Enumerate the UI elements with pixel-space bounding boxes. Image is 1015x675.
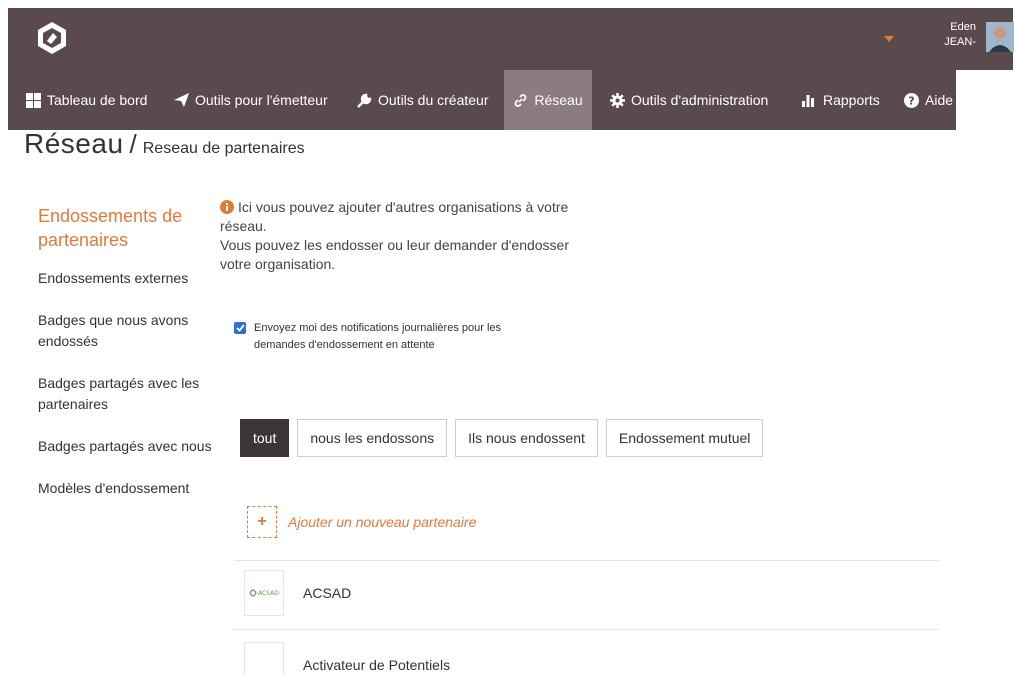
info-line-2: Vous pouvez les endosser ou leur demande… — [220, 237, 570, 272]
sidebar-item-badges-endosses[interactable]: Badges que nous avons endossés — [38, 310, 218, 352]
sidebar-item-modeles-endossement[interactable]: Modèles d'endossement — [38, 478, 218, 499]
partner-row-activateur[interactable]: Activateur de Potentiels — [244, 638, 934, 675]
sidebar-item-badges-partages-partenaires[interactable]: Badges partagés avec les partenaires — [38, 373, 218, 415]
add-partner-label: Ajouter un nouveau partenaire — [288, 514, 477, 530]
breadcrumb-current: Reseau de partenaires — [142, 140, 305, 157]
nav-label: Outils d'administration — [631, 92, 769, 108]
notification-label: Envoyez moi des notifications journalièr… — [254, 322, 502, 351]
partner-name: ACSAD — [303, 585, 352, 601]
nav-item-outils-emetteur[interactable]: Outils pour l'émetteur — [174, 70, 328, 130]
nav-label: Outils du créateur — [378, 92, 489, 108]
nav-item-tableau-de-bord[interactable]: Tableau de bord — [26, 70, 147, 130]
add-partner-button[interactable]: + Ajouter un nouveau partenaire — [247, 506, 476, 538]
sidebar-item-endossements-externes[interactable]: Endossements externes — [38, 268, 218, 289]
filter-endossement-mutuel[interactable]: Endossement mutuel — [605, 419, 764, 457]
top-bar: Eden JEAN- — [8, 8, 1014, 70]
checkmark-icon — [235, 324, 245, 332]
paper-plane-icon — [174, 93, 189, 107]
sidebar-item-endossements-partenaires[interactable]: Endossements de partenaires — [38, 204, 218, 252]
nav-item-outils-createur[interactable]: Outils du créateur — [357, 70, 489, 130]
user-menu-caret-icon[interactable] — [884, 36, 894, 42]
notification-option[interactable]: Envoyez moi des notifications journalièr… — [234, 320, 554, 354]
row-divider — [234, 560, 939, 561]
sidebar-item-badges-partages-nous[interactable]: Badges partagés avec nous — [38, 436, 218, 457]
app-logo-icon[interactable] — [34, 20, 70, 56]
info-message: Ici vous pouvez ajouter d'autres organis… — [220, 198, 570, 274]
nav-label: Aide — [925, 92, 954, 108]
breadcrumb-separator: / — [129, 129, 137, 159]
help-icon: ? — [904, 92, 919, 108]
nav-label: Tableau de bord — [47, 92, 148, 108]
wrench-icon — [357, 93, 372, 108]
filter-group: tout nous les endossons Ils nous endosse… — [240, 419, 764, 457]
nav-item-aide[interactable]: ? Aide — [904, 70, 953, 130]
nav-label: Outils pour l'émetteur — [195, 92, 328, 108]
partner-row-acsad[interactable]: ACSAD ACSAD — [244, 566, 934, 620]
dashboard-icon — [26, 92, 41, 108]
info-line-1-text: Ici vous pouvez ajouter d'autres organis… — [220, 199, 569, 234]
nav-item-outils-administration[interactable]: Outils d'administration — [610, 70, 768, 130]
sidebar: Endossements de partenaires Endossements… — [38, 204, 218, 520]
filter-nous-les-endossons[interactable]: nous les endossons — [297, 419, 448, 457]
filter-ils-nous-endossent[interactable]: Ils nous endossent — [455, 419, 598, 457]
filter-tout[interactable]: tout — [240, 419, 290, 457]
user-name[interactable]: Eden JEAN- — [928, 20, 976, 50]
main-nav: Tableau de bord Outils pour l'émetteur O… — [8, 70, 956, 130]
nav-item-reseau[interactable]: Réseau — [504, 70, 592, 130]
nav-item-rapports[interactable]: Rapports — [802, 70, 880, 130]
bar-chart-icon — [802, 95, 814, 107]
info-icon — [220, 200, 234, 214]
partner-logo-text: ACSAD — [258, 590, 279, 597]
nav-label: Réseau — [534, 92, 583, 108]
plus-icon: + — [247, 506, 277, 538]
user-first-name: Eden — [950, 21, 976, 33]
partner-logo — [244, 642, 284, 675]
svg-text:?: ? — [908, 94, 914, 107]
breadcrumb-main[interactable]: Réseau — [24, 128, 124, 160]
row-divider — [234, 629, 939, 630]
gear-icon — [610, 92, 625, 108]
notification-checkbox[interactable] — [234, 322, 246, 334]
link-icon — [514, 93, 527, 107]
info-line-1: Ici vous pouvez ajouter d'autres organis… — [220, 198, 570, 236]
partner-logo: ACSAD — [244, 570, 284, 616]
partner-name: Activateur de Potentiels — [303, 657, 451, 673]
nav-label: Rapports — [823, 92, 880, 108]
user-last-name: JEAN- — [944, 36, 976, 48]
avatar[interactable] — [986, 22, 1014, 52]
breadcrumb: Réseau / Reseau de partenaires — [24, 128, 305, 160]
